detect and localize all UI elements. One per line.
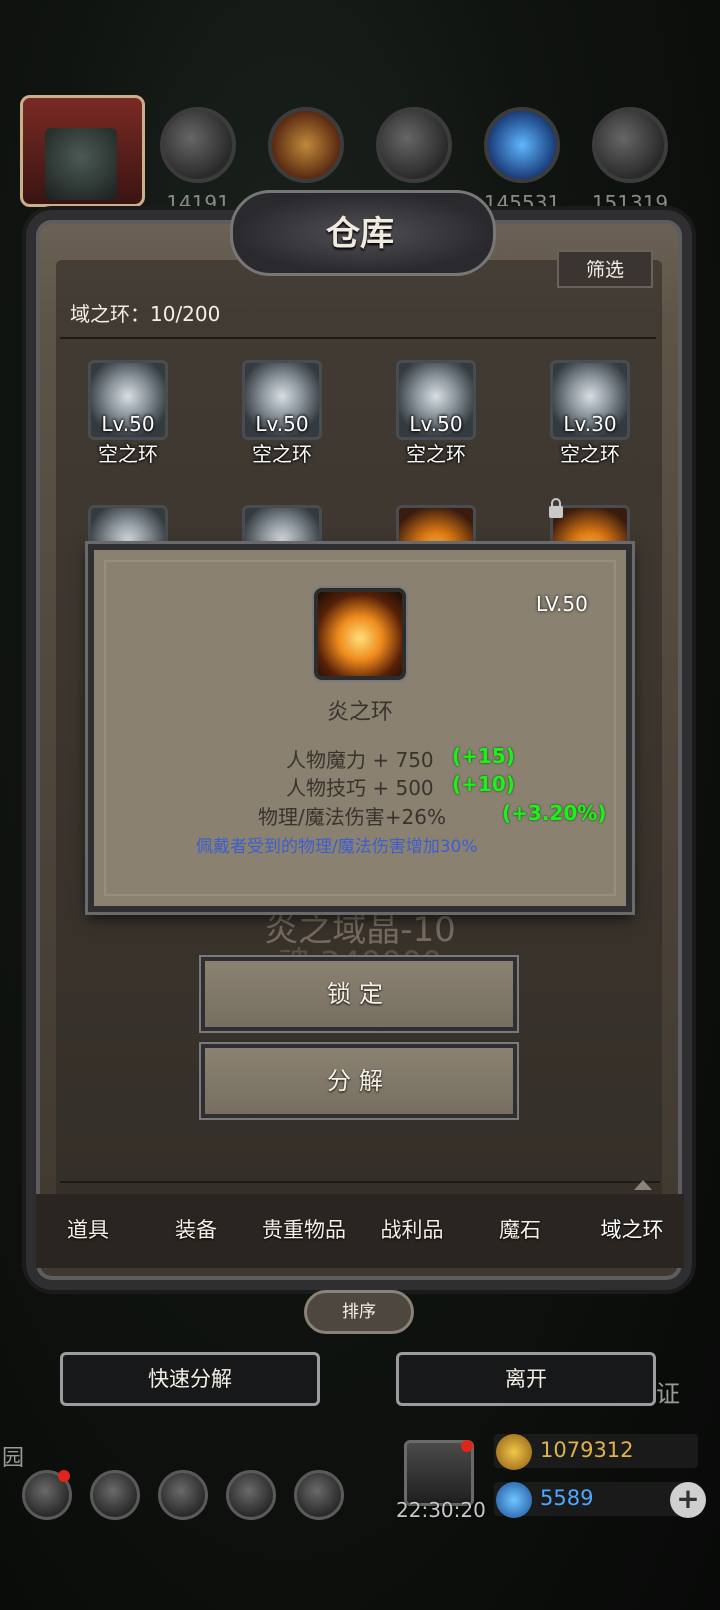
decompose-button[interactable]: 分解: [201, 1044, 517, 1118]
lock-button[interactable]: 锁定: [201, 957, 517, 1031]
sort-button[interactable]: 排序: [304, 1290, 414, 1334]
notification-dot: [58, 1470, 70, 1482]
building-icon[interactable]: [158, 1470, 208, 1520]
item-name-2: 空之环: [252, 442, 312, 466]
item-level-4: Lv.30: [563, 412, 617, 436]
resource-icon-4[interactable]: [484, 107, 560, 183]
item-level-3: Lv.50: [409, 412, 463, 436]
detail-level: LV.50: [536, 592, 588, 616]
leave-button[interactable]: 离开: [396, 1352, 656, 1406]
gold-coin-icon: [496, 1434, 532, 1470]
detail-item-name: 炎之环: [326, 700, 393, 725]
warehouse-title: 仓库: [326, 214, 394, 254]
right-edge-label: 证: [656, 1380, 680, 1408]
tab-equipment[interactable]: 装备: [142, 1214, 250, 1244]
item-name-1: 空之环: [98, 442, 158, 466]
detail-description: 佩戴者受到的物理/魔法伤害增加30%: [196, 837, 478, 857]
hexagon-icon[interactable]: [294, 1470, 344, 1520]
mail-icon[interactable]: [226, 1470, 276, 1520]
player-avatar[interactable]: [20, 95, 145, 207]
resource-icon-2[interactable]: [268, 107, 344, 183]
stat-bonus-2: (+10): [452, 772, 515, 796]
tab-indicator-arrow-icon: [634, 1180, 652, 1190]
resource-icon-5[interactable]: [592, 107, 668, 183]
item-name-3: 空之环: [406, 442, 466, 466]
tab-items[interactable]: 道具: [34, 1214, 142, 1244]
gold-amount: 1079312: [540, 1438, 634, 1462]
gem-icon: [496, 1482, 532, 1518]
tab-domain-ring[interactable]: 域之环: [578, 1214, 686, 1244]
stat-bonus-1: (+15): [452, 744, 515, 768]
item-name-4: 空之环: [560, 442, 620, 466]
notification-dot: [461, 1440, 473, 1452]
resource-icon-3[interactable]: [376, 107, 452, 183]
stat-bonus-3: (+3.20%): [502, 801, 607, 825]
divider: [60, 337, 656, 339]
avatar-portrait: [45, 128, 117, 200]
quick-decompose-button[interactable]: 快速分解: [60, 1352, 320, 1406]
add-currency-plus-icon[interactable]: +: [670, 1482, 706, 1518]
gem-amount: 5589: [540, 1486, 594, 1510]
stat-line-1: 人物魔力 + 750: [286, 748, 434, 772]
stat-line-2: 人物技巧 + 500: [286, 776, 434, 800]
capacity-label: 域之环：10/200: [70, 302, 221, 326]
item-level-2: Lv.50: [255, 412, 309, 436]
tab-valuables[interactable]: 贵重物品: [250, 1214, 358, 1244]
stat-line-3: 物理/魔法伤害+26%: [258, 805, 446, 829]
resource-icon-1[interactable]: [160, 107, 236, 183]
star-icon[interactable]: [90, 1470, 140, 1520]
left-edge-label: 园: [2, 1446, 25, 1471]
filter-button[interactable]: 筛选: [557, 250, 653, 288]
divider: [60, 1181, 660, 1183]
lock-icon: [549, 498, 563, 518]
game-clock: 22:30:20: [396, 1498, 486, 1522]
tab-magic-stone[interactable]: 魔石: [466, 1214, 574, 1244]
tab-loot[interactable]: 战利品: [358, 1214, 466, 1244]
fire-ring-icon: [314, 588, 406, 680]
item-level-1: Lv.50: [101, 412, 155, 436]
